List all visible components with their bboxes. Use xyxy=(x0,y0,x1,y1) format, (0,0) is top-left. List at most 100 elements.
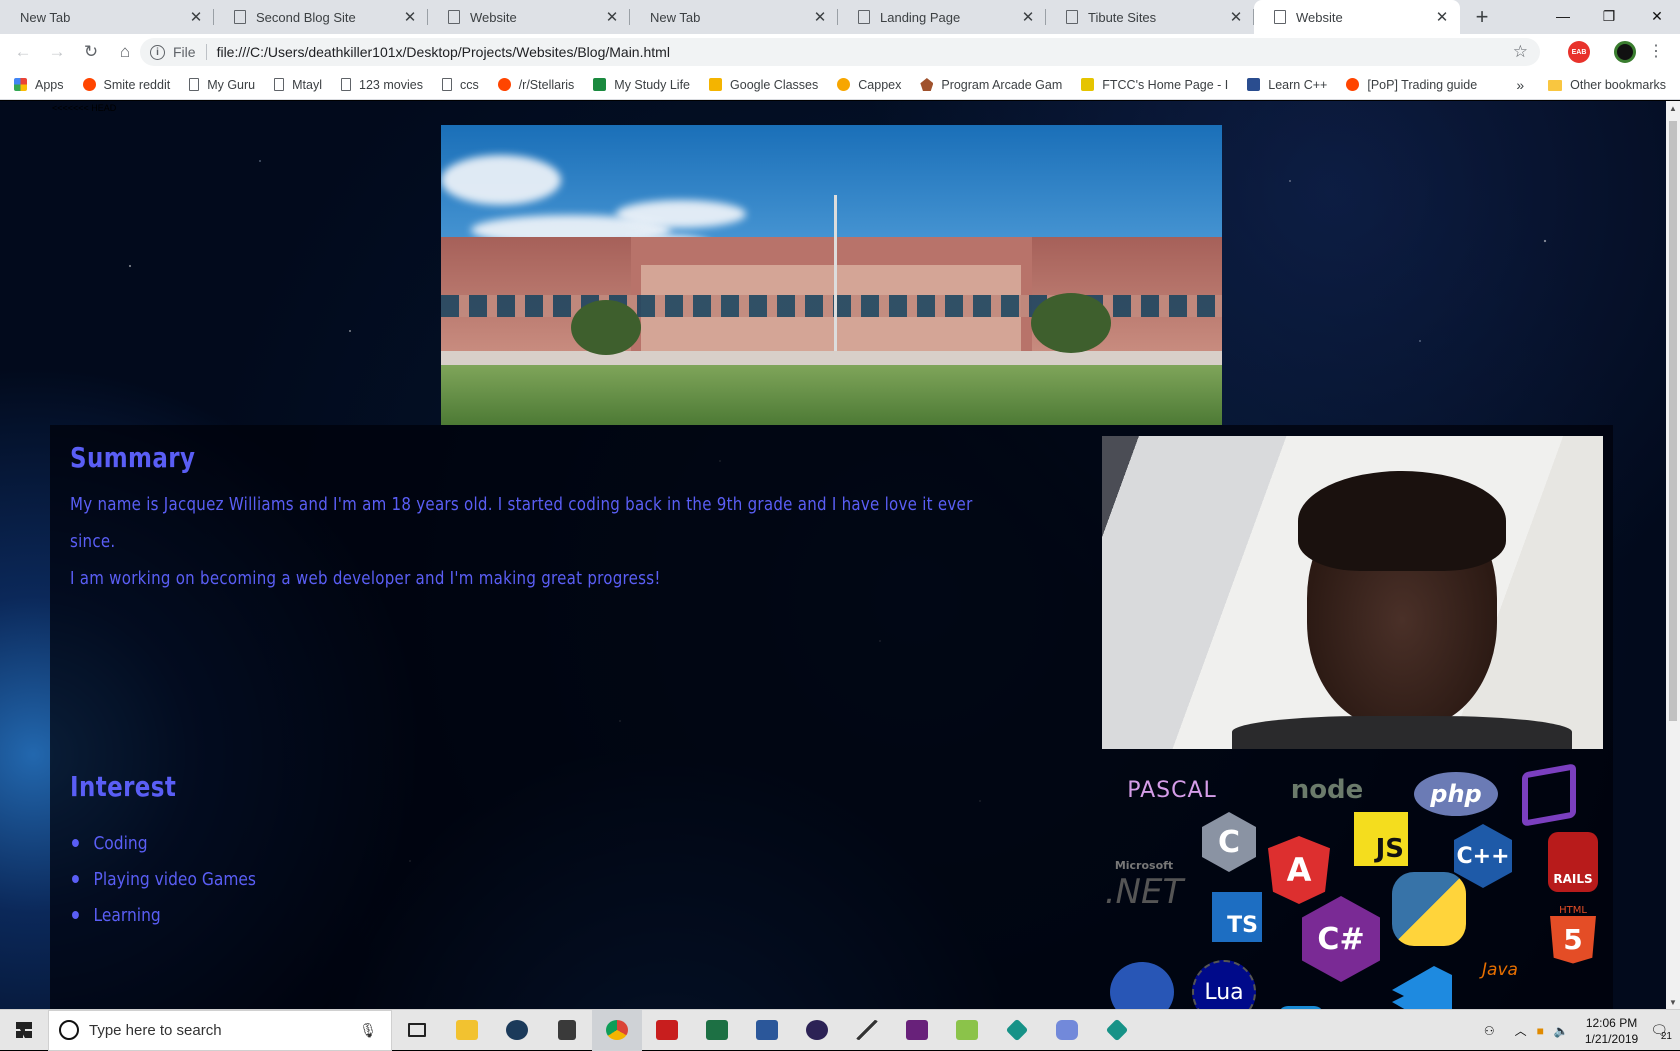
bookmark-item[interactable]: Cappex xyxy=(837,78,901,92)
arcade-icon xyxy=(920,78,934,91)
bookmark-star-icon[interactable]: ☆ xyxy=(1513,42,1528,62)
word-icon[interactable] xyxy=(742,1010,792,1051)
bookmark-item[interactable]: ccs xyxy=(441,78,479,92)
clock[interactable]: 12:06 PM 1/21/2019 xyxy=(1585,1015,1638,1047)
tray-app-icon[interactable]: ■ xyxy=(1537,1024,1544,1038)
restore-icon[interactable]: ❐ xyxy=(1586,0,1632,32)
list-item: Learning xyxy=(72,897,256,933)
excel-icon[interactable] xyxy=(692,1010,742,1051)
typescript-logo: TS xyxy=(1212,892,1262,942)
bookmark-apps[interactable]: Apps xyxy=(14,78,64,92)
interest-label: Coding xyxy=(93,832,148,854)
bookmark-item[interactable]: /r/Stellaris xyxy=(497,77,575,92)
html5-top-label: HTML xyxy=(1559,904,1587,916)
nodejs-logo: node xyxy=(1290,775,1364,805)
new-tab-button[interactable]: + xyxy=(1460,0,1504,34)
bookmark-item[interactable]: Learn C++ xyxy=(1247,78,1327,92)
summary-heading: Summary xyxy=(70,441,196,474)
task-view-icon[interactable] xyxy=(392,1010,442,1051)
tab[interactable]: Website ✕ xyxy=(428,0,630,34)
discord-icon[interactable] xyxy=(1042,1010,1092,1051)
bookmark-label: /r/Stellaris xyxy=(518,77,575,92)
close-tab-icon[interactable]: ✕ xyxy=(604,8,620,26)
bookmark-label: Program Arcade Gam xyxy=(941,77,1063,92)
extension-icon[interactable] xyxy=(1614,41,1636,63)
bookmark-item[interactable]: Mtayl xyxy=(274,78,322,92)
minimize-icon[interactable]: — xyxy=(1540,0,1586,32)
page-icon xyxy=(234,10,246,24)
menu-icon[interactable]: ⋮ xyxy=(1648,41,1664,63)
close-tab-icon[interactable]: ✕ xyxy=(1228,8,1244,26)
eclipse-icon[interactable] xyxy=(792,1010,842,1051)
microphone-icon[interactable]: 🎙 xyxy=(359,1022,377,1039)
bookmark-item[interactable]: Program Arcade Gam xyxy=(920,78,1062,92)
study-icon xyxy=(593,78,607,91)
tab[interactable]: New Tab ✕ xyxy=(0,0,214,34)
scroll-up-icon[interactable]: ▲ xyxy=(1666,101,1680,115)
content-panel: Summary My name is Jacquez Williams and … xyxy=(50,425,1613,1009)
tab[interactable]: Second Blog Site ✕ xyxy=(214,0,428,34)
pen-icon[interactable] xyxy=(842,1010,892,1051)
info-icon[interactable]: i xyxy=(150,44,165,60)
scroll-thumb[interactable] xyxy=(1669,121,1677,721)
bookmark-item[interactable]: My Study Life xyxy=(593,78,690,92)
bookmarks-overflow-icon[interactable]: » xyxy=(1516,77,1524,93)
bookmark-item[interactable]: Smite reddit xyxy=(82,78,170,92)
forward-icon[interactable]: → xyxy=(40,37,74,67)
people-icon[interactable]: ⚇ xyxy=(1484,1024,1495,1038)
toolbar: ← → ↻ ⌂ i File file:///C:/Users/deathkil… xyxy=(0,34,1680,70)
bookmark-item[interactable]: [PoP] Trading guide xyxy=(1346,78,1477,92)
page-scrollbar[interactable]: ▲ ▼ xyxy=(1666,101,1680,1009)
show-hidden-icon[interactable]: ︿ xyxy=(1515,1022,1527,1039)
search-placeholder: Type here to search xyxy=(89,1021,222,1039)
merge-marker-text: <<<<<<< HEAD xyxy=(52,103,117,113)
bookmark-item[interactable]: My Guru xyxy=(189,78,255,92)
other-bookmarks[interactable]: Other bookmarks xyxy=(1570,78,1666,92)
cortana-icon xyxy=(59,1020,79,1040)
close-tab-icon[interactable]: ✕ xyxy=(812,8,828,26)
bookmark-label: My Study Life xyxy=(614,77,691,92)
close-window-icon[interactable]: ✕ xyxy=(1634,0,1680,32)
tab[interactable]: Landing Page ✕ xyxy=(838,0,1046,34)
summary-line: My name is Jacquez Williams and I'm am 1… xyxy=(70,495,973,552)
chrome-icon[interactable] xyxy=(592,1009,642,1051)
url-text[interactable]: file:///C:/Users/deathkiller101x/Desktop… xyxy=(217,44,670,60)
volume-icon[interactable]: 🔈 xyxy=(1554,1024,1569,1038)
close-tab-icon[interactable]: ✕ xyxy=(188,8,204,26)
bookmark-label: [PoP] Trading guide xyxy=(1367,77,1478,92)
gitkraken-icon[interactable] xyxy=(1092,1010,1142,1051)
bookmark-item[interactable]: Google Classes xyxy=(709,78,818,92)
taskbar: Type here to search 🎙 ⚇ ︿ ■ 🔈 12:06 PM 1… xyxy=(0,1009,1680,1051)
start-button[interactable] xyxy=(0,1010,48,1051)
taskbar-search[interactable]: Type here to search 🎙 xyxy=(48,1009,392,1051)
tab[interactable]: Tibute Sites ✕ xyxy=(1046,0,1254,34)
tab-active[interactable]: Website ✕ xyxy=(1254,0,1460,34)
bookmark-item[interactable]: 123 movies xyxy=(341,78,423,92)
reload-icon[interactable]: ↻ xyxy=(74,37,108,67)
home-icon[interactable]: ⌂ xyxy=(108,37,142,67)
close-tab-icon[interactable]: ✕ xyxy=(1434,8,1450,26)
bookmark-item[interactable]: FTCC's Home Page - I xyxy=(1081,78,1228,92)
abp-icon[interactable]: EAB xyxy=(1568,41,1590,63)
back-icon[interactable]: ← xyxy=(6,37,40,67)
close-tab-icon[interactable]: ✕ xyxy=(402,8,418,26)
file-explorer-icon[interactable] xyxy=(442,1010,492,1051)
interest-heading: Interest xyxy=(70,770,177,803)
java-logo: Java xyxy=(1482,960,1518,980)
scroll-down-icon[interactable]: ▼ xyxy=(1666,995,1680,1009)
html5-label: 5 xyxy=(1550,915,1596,964)
calculator-icon[interactable] xyxy=(542,1010,592,1051)
bookmark-label: FTCC's Home Page - I xyxy=(1102,77,1229,92)
acrobat-icon[interactable] xyxy=(642,1010,692,1051)
tab[interactable]: New Tab ✕ xyxy=(630,0,838,34)
close-tab-icon[interactable]: ✕ xyxy=(1020,8,1036,26)
c-logo: C xyxy=(1202,812,1256,872)
html5-logo: HTML 5 xyxy=(1548,900,1598,968)
steam-icon[interactable] xyxy=(492,1010,542,1051)
interest-list: Coding Playing video Games Learning xyxy=(72,825,286,933)
visual-studio-icon[interactable] xyxy=(892,1010,942,1051)
notification-count: 21 xyxy=(1660,1031,1672,1042)
address-bar[interactable]: i File file:///C:/Users/deathkiller101x/… xyxy=(140,38,1540,66)
git-icon[interactable] xyxy=(992,1010,1042,1051)
notepad-plus-icon[interactable] xyxy=(942,1010,992,1051)
